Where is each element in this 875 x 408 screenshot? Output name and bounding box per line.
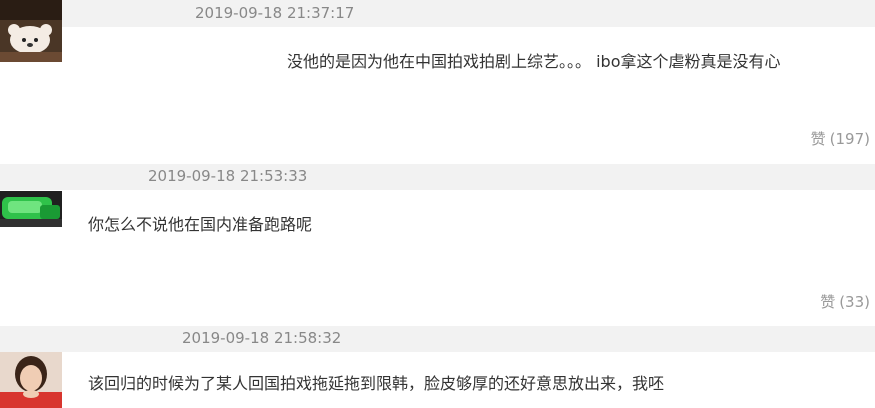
comment-text: 你怎么不说他在国内准备跑路呢 xyxy=(88,215,313,234)
comment-timestamp: 2019-09-18 21:53:33 xyxy=(148,167,308,185)
like-count: (33) xyxy=(839,293,870,311)
comment-item: 2019-09-18 21:58:32 该回归的时候为了某人回国拍戏拖延拖到限韩… xyxy=(0,325,875,408)
avatar[interactable] xyxy=(0,0,62,62)
comment-timestamp: 2019-09-18 21:58:32 xyxy=(182,329,342,347)
avatar[interactable] xyxy=(0,191,62,227)
like-button[interactable]: 赞 (197) xyxy=(811,129,870,149)
comment-item: 2019-09-18 21:37:17 没他的是因为他在中国拍戏拍剧上综艺。。。… xyxy=(0,0,875,163)
comment-text: 没他的是因为他在中国拍戏拍剧上综艺。。。 ibo拿这个虐粉真是没有心 xyxy=(287,52,781,71)
comment-meta-bar xyxy=(0,0,875,27)
avatar[interactable] xyxy=(0,352,62,408)
avatar-image xyxy=(0,0,62,62)
comment-meta-bar xyxy=(0,164,875,190)
comment-item: 2019-09-18 21:53:33 你怎么不说他在国内准备跑路呢 赞 (33) xyxy=(0,163,875,325)
avatar-image xyxy=(0,352,62,408)
like-button[interactable]: 赞 (33) xyxy=(820,292,870,312)
like-count: (197) xyxy=(829,130,870,148)
comment-text: 该回归的时候为了某人回国拍戏拖延拖到限韩，脸皮够厚的还好意思放出来，我呸 xyxy=(88,374,665,393)
like-label: 赞 xyxy=(810,130,826,148)
like-label: 赞 xyxy=(820,293,836,311)
avatar-image xyxy=(0,191,62,227)
comment-meta-bar xyxy=(0,326,875,352)
comment-timestamp: 2019-09-18 21:37:17 xyxy=(195,4,355,22)
